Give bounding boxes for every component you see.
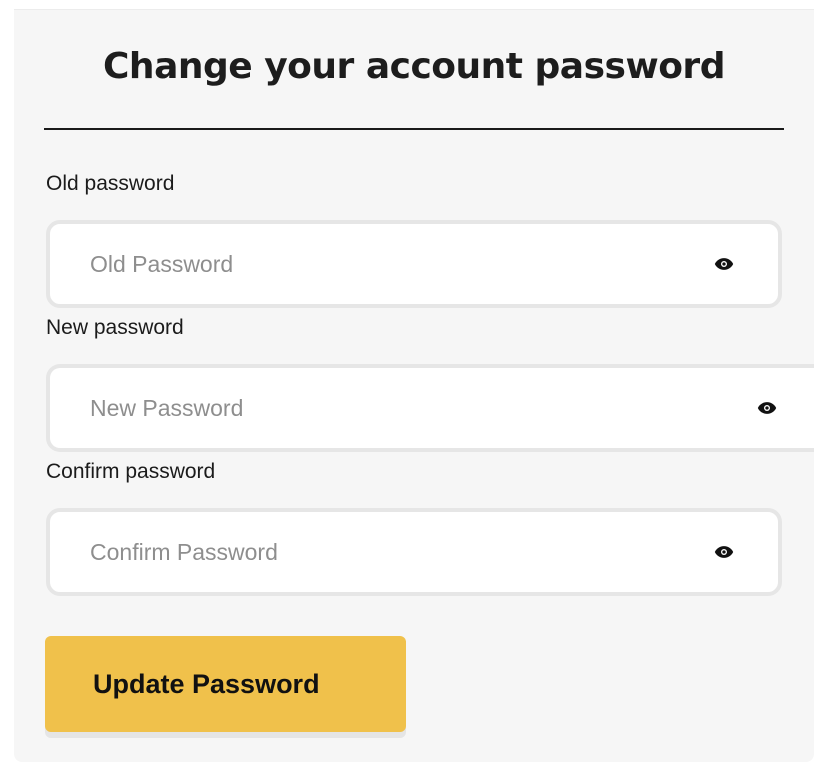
new-password-field-wrapper — [46, 364, 814, 452]
page-title: Change your account password — [103, 46, 725, 87]
new-password-input[interactable] — [90, 368, 625, 448]
update-password-button[interactable]: Update Password — [45, 636, 406, 732]
confirm-password-input[interactable] — [90, 512, 600, 592]
title-divider — [44, 128, 784, 130]
confirm-password-field-wrapper — [46, 508, 782, 596]
old-password-input[interactable] — [90, 224, 600, 304]
eye-icon[interactable] — [714, 256, 734, 272]
new-password-label: New password — [46, 316, 184, 339]
confirm-password-label: Confirm password — [46, 460, 216, 483]
old-password-label: Old password — [46, 172, 175, 195]
eye-icon[interactable] — [757, 400, 777, 416]
eye-icon[interactable] — [714, 544, 734, 560]
old-password-field-wrapper — [46, 220, 782, 308]
